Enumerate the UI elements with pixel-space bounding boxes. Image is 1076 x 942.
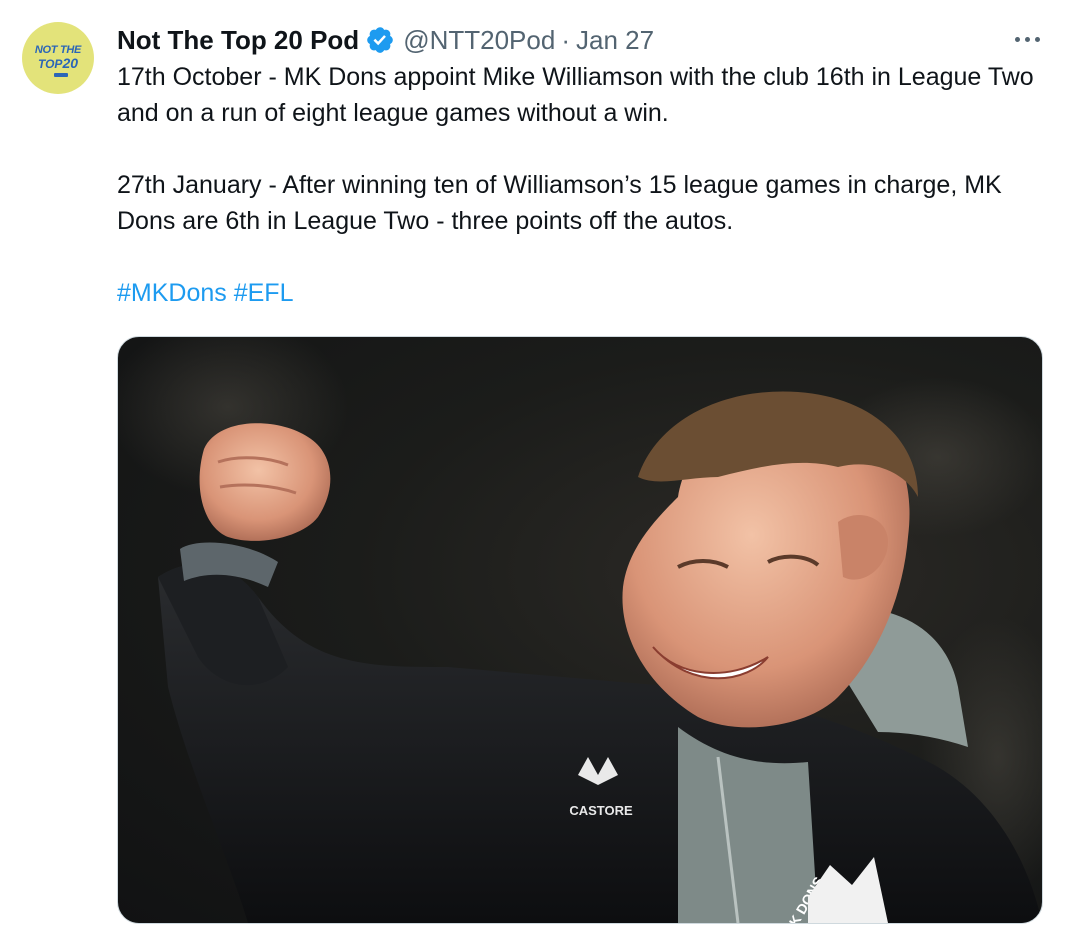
castore-text: CASTORE [569,803,633,818]
photo-illustration: CASTORE MK DONS [118,337,1042,923]
hashtag-efl[interactable]: #EFL [234,279,294,307]
more-dot [1025,36,1030,42]
avatar-logo: NOT THE TOP20 [22,44,94,71]
verified-badge-icon[interactable] [365,25,395,55]
tweet-photo[interactable]: CASTORE MK DONS [117,336,1043,924]
more-options-icon[interactable] [1015,24,1040,54]
tweet-date[interactable]: Jan 27 [576,25,654,56]
tweet-paragraph-1: 17th October - MK Dons appoint Mike Will… [117,63,1034,127]
tweet-paragraph-2: 27th January - After winning ten of Will… [117,171,1002,235]
tweet-text: 17th October - MK Dons appoint Mike Will… [117,59,1057,311]
author-avatar[interactable]: NOT THE TOP20 [22,22,94,94]
avatar-logo-line2: TOP20 [37,55,79,71]
tweet-header: Not The Top 20 Pod @NTT20Pod · Jan 27 [117,22,654,58]
header-separator: · [561,24,570,55]
author-name[interactable]: Not The Top 20 Pod [117,25,359,56]
hashtags: #MKDons #EFL [117,275,1057,311]
more-dot [1015,36,1020,42]
jacket-body [158,563,1042,923]
raised-fist [199,423,331,541]
author-handle[interactable]: @NTT20Pod [403,25,555,56]
avatar-logo-line1: NOT THE [34,44,82,56]
hashtag-mkdons[interactable]: #MKDons [117,279,227,307]
avatar-logo-underline [54,73,68,77]
more-dot [1035,36,1040,42]
